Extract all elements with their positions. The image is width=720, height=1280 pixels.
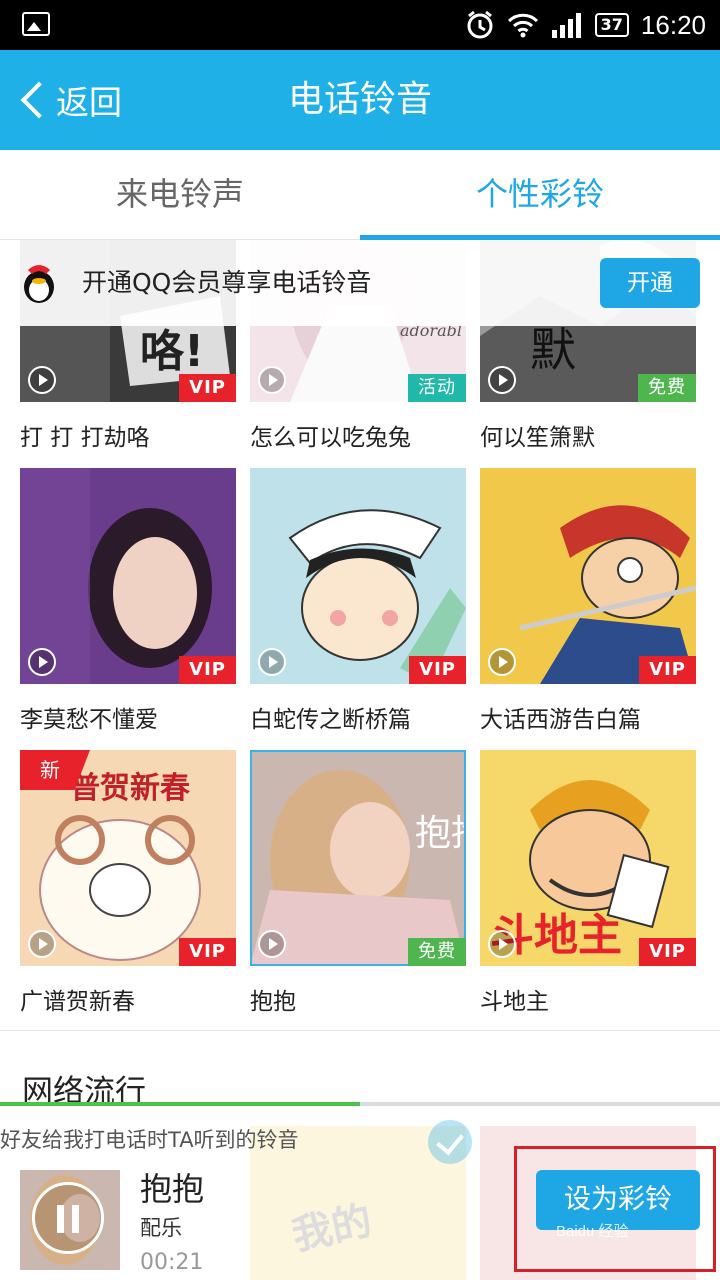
grid-row: 普贺新春 新 VIP 广谱贺新春 抱抱 免费 抱抱: [0, 750, 720, 1032]
player-artist: 配乐: [140, 1216, 182, 1240]
tab-personal-ringback[interactable]: 个性彩铃: [360, 150, 720, 240]
vip-badge: VIP: [639, 938, 696, 966]
player-title: 抱抱: [140, 1170, 205, 1208]
free-badge: 免费: [638, 374, 696, 402]
play-icon[interactable]: [28, 930, 56, 958]
player-time: 00:21: [140, 1250, 204, 1275]
play-icon[interactable]: [488, 648, 516, 676]
ringtone-cover: 普贺新春 新 VIP: [20, 750, 236, 966]
ringtone-title: 白蛇传之断桥篇: [250, 707, 411, 733]
banner-text: 开通QQ会员尊享电话铃音: [82, 268, 372, 297]
alarm-icon: [465, 10, 495, 40]
ringtone-cover: VIP: [480, 468, 696, 684]
cover-art-text: 默: [530, 323, 576, 377]
vip-badge: VIP: [179, 374, 236, 402]
ringtone-card[interactable]: 斗地主 VIP 斗地主: [480, 750, 696, 1016]
gallery-notification-icon: [22, 12, 50, 36]
vip-promo-banner: 开通QQ会员尊享电话铃音 开通: [0, 240, 720, 326]
tab-incoming-ringtone[interactable]: 来电铃声: [0, 150, 360, 239]
player-bar: 我的 好友给我打电话时TA听到的铃音 抱抱 配乐 00:21 设为彩铃 Baid…: [0, 1102, 720, 1280]
ringtone-cover: VIP: [250, 468, 466, 684]
ringtone-card[interactable]: VIP 白蛇传之断桥篇: [250, 468, 466, 734]
clock: 16:20: [640, 9, 706, 40]
wifi-icon: [507, 12, 539, 38]
progress-fill: [0, 1102, 360, 1106]
player-hint: 好友给我打电话时TA听到的铃音: [0, 1128, 299, 1152]
play-icon[interactable]: [488, 366, 516, 394]
annotation-highlight-box: [514, 1146, 716, 1272]
play-icon[interactable]: [488, 930, 516, 958]
ringtone-title: 李莫愁不懂爱: [20, 707, 158, 733]
free-badge: 免费: [408, 938, 466, 966]
play-icon[interactable]: [258, 648, 286, 676]
play-icon[interactable]: [28, 648, 56, 676]
progress-bar: [0, 1102, 720, 1106]
ringtone-cover: 斗地主 VIP: [480, 750, 696, 966]
vip-badge: VIP: [179, 938, 236, 966]
ringtone-title: 何以笙箫默: [480, 425, 595, 451]
battery-icon: 37: [594, 13, 629, 37]
grid-row: VIP 李莫愁不懂爱 VIP 白蛇传之断桥篇 VIP 大话西游告白篇: [0, 468, 720, 750]
ringtone-title: 大话西游告白篇: [480, 707, 641, 733]
vip-badge: VIP: [639, 656, 696, 684]
cover-art-text: 咯!: [140, 326, 204, 377]
ringtone-cover: 抱抱 免费: [250, 750, 466, 966]
cover-art-text: 抱抱: [415, 813, 466, 854]
signal-icon: [551, 12, 583, 38]
tab-bar: 来电铃声 个性彩铃: [0, 150, 720, 240]
qq-penguin-icon: [18, 262, 60, 308]
ringtone-title: 广谱贺新春: [20, 989, 135, 1015]
ringtone-card[interactable]: 抱抱 免费 抱抱: [250, 750, 466, 1016]
play-icon[interactable]: [258, 366, 286, 394]
event-badge: 活动: [408, 374, 466, 402]
play-icon[interactable]: [28, 366, 56, 394]
vip-badge: VIP: [179, 656, 236, 684]
ringtone-card[interactable]: VIP 李莫愁不懂爱: [20, 468, 236, 734]
pause-icon[interactable]: [32, 1182, 104, 1254]
title-bar: 返回 电话铃音: [0, 50, 720, 150]
ringtone-card[interactable]: 普贺新春 新 VIP 广谱贺新春: [20, 750, 236, 1016]
page-title: 电话铃音: [287, 79, 432, 120]
vip-badge: VIP: [409, 656, 466, 684]
check-icon: [428, 1120, 472, 1164]
play-icon[interactable]: [258, 930, 286, 958]
ringtone-title: 斗地主: [480, 989, 549, 1015]
section-divider: [0, 1030, 720, 1031]
ringtone-cover: VIP: [20, 468, 236, 684]
ringtone-title: 抱抱: [250, 989, 296, 1015]
ringtone-title: 怎么可以吃兔兔: [250, 425, 411, 451]
open-vip-button[interactable]: 开通: [600, 258, 700, 308]
cover-art-text: 普贺新春: [70, 771, 190, 806]
status-bar: 37 16:20: [0, 0, 720, 50]
watermark: Baidu 经验: [556, 1223, 629, 1240]
ringtone-title: 打 打 打劫咯: [20, 425, 150, 451]
ringtone-card[interactable]: VIP 大话西游告白篇: [480, 468, 696, 734]
